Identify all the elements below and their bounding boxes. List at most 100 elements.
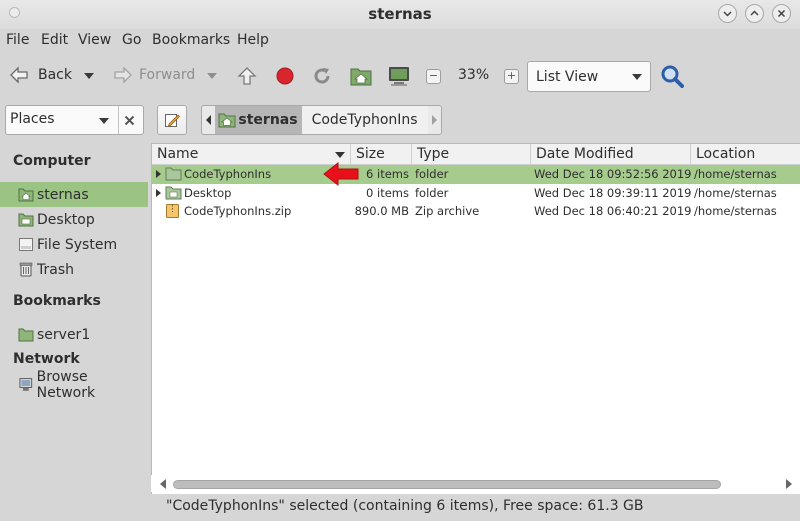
home-folder-icon (350, 68, 372, 86)
column-location[interactable]: Location (691, 144, 800, 165)
home-folder-icon (218, 113, 236, 128)
reload-button[interactable] (312, 66, 332, 86)
home-folder-icon (18, 188, 34, 202)
sidebar-item-trash[interactable]: Trash (0, 257, 148, 282)
sidebar-item-server1[interactable]: server1 (0, 322, 148, 347)
sidebar-header-computer: Computer (13, 153, 91, 169)
sidebar-item-desktop[interactable]: Desktop (0, 207, 148, 232)
sidebar-item-sternas[interactable]: sternas (0, 182, 148, 207)
close-button[interactable] (772, 4, 791, 23)
zoom-in-button[interactable]: + (504, 69, 519, 84)
expand-arrow-icon[interactable] (156, 170, 161, 178)
minimize-button[interactable] (718, 4, 737, 23)
up-arrow-icon (237, 67, 257, 85)
home-button[interactable] (350, 66, 372, 86)
column-label: Name (157, 146, 199, 162)
sort-descending-icon (335, 152, 345, 158)
menu-help[interactable]: Help (237, 32, 269, 48)
menu-view[interactable]: View (78, 32, 111, 48)
sidebar-item-label: Browse Network (36, 368, 96, 401)
breadcrumb-codetyphonins[interactable]: CodeTyphonIns (301, 106, 428, 134)
file-modified: Wed Dec 18 09:52:56 2019 (534, 167, 692, 181)
chevron-left-icon (205, 115, 211, 125)
computer-button[interactable] (388, 65, 410, 87)
sidebar-item-label: sternas (37, 186, 89, 203)
search-button[interactable] (660, 64, 684, 88)
sidebar-mode-select[interactable]: Places (5, 105, 144, 135)
minimize-icon (723, 11, 732, 17)
minus-icon: − (428, 69, 439, 82)
maximize-icon (750, 10, 759, 16)
chevron-down-icon (632, 73, 642, 80)
back-arrow-icon (10, 66, 28, 84)
title-bar: sternas (0, 0, 800, 29)
sidebar-item-browse-network[interactable]: Browse Network (0, 369, 148, 401)
menu-edit[interactable]: Edit (41, 32, 68, 48)
column-date-modified[interactable]: Date Modified (531, 144, 691, 165)
column-label: Date Modified (536, 146, 634, 162)
toolbar: Back Forward − 33% + List View (0, 54, 800, 98)
chevron-right-icon (432, 115, 438, 125)
menu-go[interactable]: Go (122, 32, 141, 48)
sidebar-item-file-system[interactable]: File System (0, 232, 148, 257)
back-button[interactable]: Back (8, 65, 72, 85)
computer-icon (389, 67, 409, 86)
column-label: Type (417, 146, 450, 162)
breadcrumb-label: CodeTyphonIns (311, 112, 418, 128)
chevron-down-icon (84, 73, 94, 79)
menu-bookmarks[interactable]: Bookmarks (152, 32, 230, 48)
file-name: CodeTyphonIns.zip (184, 204, 292, 218)
table-row[interactable]: Desktop 0 items folder Wed Dec 18 09:39:… (152, 184, 800, 203)
forward-button[interactable]: Forward (112, 65, 195, 85)
column-headers: Name Size Type Date Modified Location (152, 144, 800, 165)
desktop-folder-icon (165, 186, 182, 200)
sidebar-item-label: Trash (37, 261, 74, 278)
column-label: Size (356, 146, 385, 162)
places-label: Places (10, 111, 55, 127)
folder-icon (165, 167, 182, 181)
table-row[interactable]: CodeTyphonIns 6 items folder Wed Dec 18 … (152, 165, 800, 184)
forward-history-dropdown[interactable] (207, 73, 217, 79)
menu-file[interactable]: File (6, 32, 29, 48)
scrollbar-thumb[interactable] (173, 480, 721, 489)
breadcrumb-scroll-left[interactable] (202, 106, 215, 134)
sidebar-header-bookmarks: Bookmarks (13, 293, 101, 309)
status-bar: "CodeTyphonIns" selected (containing 6 i… (151, 494, 800, 521)
up-button[interactable] (237, 66, 257, 86)
file-size: 890.0 MB (354, 204, 409, 218)
stop-button[interactable] (276, 67, 294, 85)
chevron-down-icon (99, 118, 109, 124)
scroll-right-icon[interactable] (785, 479, 793, 489)
view-mode-select[interactable]: List View (527, 61, 651, 92)
scroll-left-icon[interactable] (159, 479, 167, 489)
sidebar-header-network: Network (13, 351, 80, 367)
column-size[interactable]: Size (351, 144, 412, 165)
file-size: 0 items (366, 186, 409, 200)
stop-icon (276, 67, 294, 85)
file-modified: Wed Dec 18 06:40:21 2019 (534, 204, 692, 218)
status-text: "CodeTyphonIns" selected (containing 6 i… (166, 498, 644, 514)
folder-icon (18, 328, 34, 342)
back-history-dropdown[interactable] (84, 73, 94, 79)
search-icon (661, 65, 684, 88)
close-sidebar-icon[interactable] (124, 115, 135, 126)
table-row[interactable]: CodeTyphonIns.zip 890.0 MB Zip archive W… (152, 202, 800, 221)
expand-arrow-icon[interactable] (156, 189, 161, 197)
column-label: Location (696, 146, 756, 162)
horizontal-scrollbar[interactable] (151, 475, 800, 492)
column-type[interactable]: Type (412, 144, 531, 165)
maximize-button[interactable] (745, 4, 764, 23)
file-name: Desktop (184, 186, 232, 200)
breadcrumb-sternas[interactable]: sternas (215, 106, 302, 134)
zoom-out-button[interactable]: − (426, 69, 441, 84)
annotation-arrow-icon (323, 161, 359, 187)
zoom-level: 33% (458, 67, 490, 83)
sidebar-item-label: Desktop (37, 211, 95, 228)
toggle-location-entry-button[interactable] (157, 105, 187, 135)
reload-icon (314, 68, 330, 84)
places-sidebar: Computer sternas Desktop File System Tra… (0, 142, 151, 521)
forward-arrow-icon (114, 66, 132, 84)
network-icon (19, 378, 33, 391)
breadcrumb-scroll-right[interactable] (427, 106, 441, 134)
trash-icon (19, 262, 33, 277)
